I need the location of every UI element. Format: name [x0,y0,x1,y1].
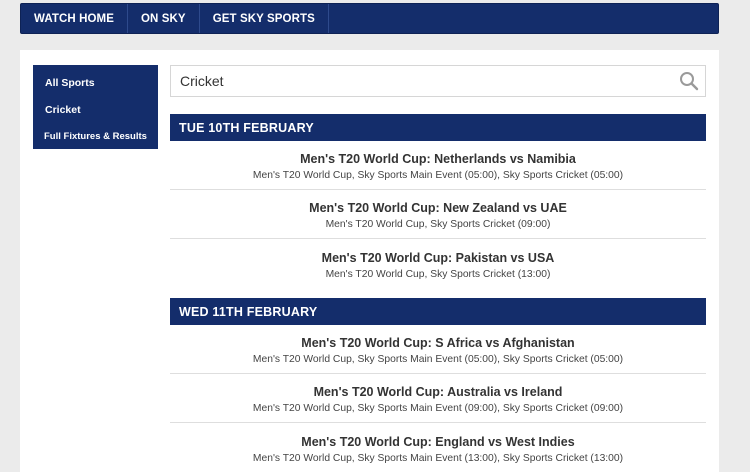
event-row[interactable]: Men's T20 World Cup: Australia vs Irelan… [170,374,706,423]
day-listing: TUE 10TH FEBRUARY Men's T20 World Cup: N… [170,114,706,288]
sidebar-item-cricket[interactable]: Cricket [33,96,158,123]
event-row[interactable]: Men's T20 World Cup: England vs West Ind… [170,423,706,472]
search-input[interactable] [171,66,675,96]
event-row[interactable]: Men's T20 World Cup: S Africa vs Afghani… [170,325,706,374]
event-title: Men's T20 World Cup: Pakistan vs USA [321,250,555,265]
top-navigation: WATCH HOME ON SKY GET SKY SPORTS [20,3,719,34]
event-channels: Men's T20 World Cup, Sky Sports Main Eve… [252,354,624,365]
event-title: Men's T20 World Cup: S Africa vs Afghani… [301,336,575,350]
event-row[interactable]: Men's T20 World Cup: Pakistan vs USA Men… [170,239,706,288]
sidebar-item-full-fixtures[interactable]: Full Fixtures & Results [33,123,158,150]
event-channels: Men's T20 World Cup, Sky Sports Main Eve… [252,452,624,464]
event-channels: Men's T20 World Cup, Sky Sports Cricket … [325,268,551,280]
day-header: WED 11TH FEBRUARY [170,298,706,325]
day-listing: WED 11TH FEBRUARY Men's T20 World Cup: S… [170,298,706,472]
sidebar-menu: All Sports Cricket Full Fixtures & Resul… [33,65,158,149]
nav-on-sky[interactable]: ON SKY [128,4,200,33]
event-row[interactable]: Men's T20 World Cup: New Zealand vs UAE … [170,190,706,239]
event-channels: Men's T20 World Cup, Sky Sports Main Eve… [252,403,624,414]
day-header: TUE 10TH FEBRUARY [170,114,706,141]
event-channels: Men's T20 World Cup, Sky Sports Main Eve… [252,170,624,181]
event-channels: Men's T20 World Cup, Sky Sports Cricket … [325,219,551,230]
main-panel: All Sports Cricket Full Fixtures & Resul… [20,50,719,472]
event-title: Men's T20 World Cup: England vs West Ind… [301,434,575,449]
event-title: Men's T20 World Cup: New Zealand vs UAE [309,201,567,215]
magnifier-icon[interactable] [675,67,703,95]
sidebar-item-all-sports[interactable]: All Sports [33,69,158,96]
event-title: Men's T20 World Cup: Australia vs Irelan… [313,385,563,399]
event-title: Men's T20 World Cup: Netherlands vs Nami… [300,152,576,166]
nav-get-sky-sports[interactable]: GET SKY SPORTS [200,4,329,33]
nav-watch-home[interactable]: WATCH HOME [21,4,129,33]
search-box [170,65,706,97]
event-row[interactable]: Men's T20 World Cup: Netherlands vs Nami… [170,141,706,190]
